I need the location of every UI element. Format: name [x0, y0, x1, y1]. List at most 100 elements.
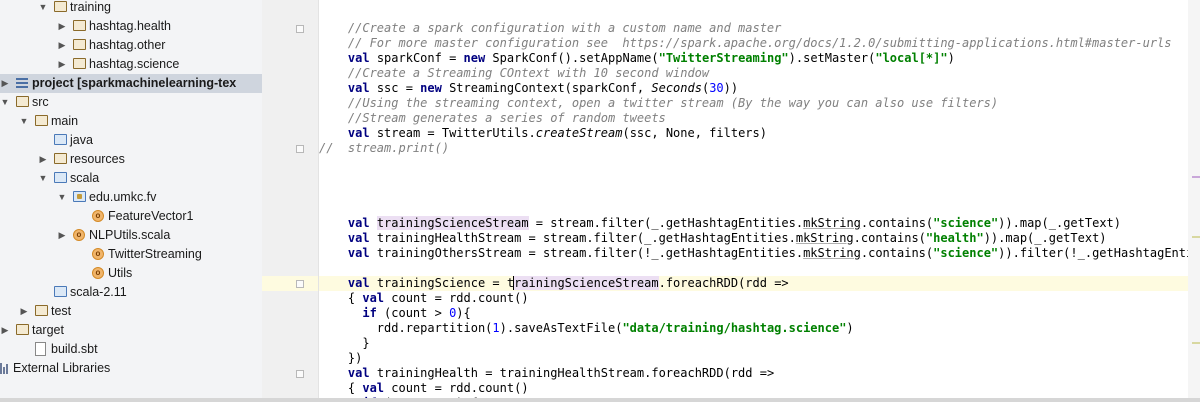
code-token: "health" — [925, 231, 984, 245]
code-token: ssc = — [369, 81, 421, 95]
fold-marker-icon[interactable] — [296, 145, 304, 153]
code-line[interactable]: if (count > 0){ — [319, 306, 1200, 321]
code-line[interactable]: val sparkConf = new SparkConf().setAppNa… — [319, 51, 1200, 66]
fold-marker-icon[interactable] — [296, 280, 304, 288]
chevron-down-icon[interactable]: ▼ — [57, 188, 67, 207]
chevron-right-icon[interactable]: ▶ — [57, 55, 67, 74]
code-line[interactable] — [319, 171, 1200, 186]
code-token: { — [319, 291, 363, 305]
scala-object-icon: o — [92, 267, 104, 279]
code-token: sparkConf = — [369, 51, 464, 65]
code-line[interactable]: val stream = TwitterUtils.createStream(s… — [319, 126, 1200, 141]
chevron-right-icon[interactable]: ▶ — [57, 17, 67, 36]
folder-icon — [35, 305, 48, 316]
tree-item-label: resources — [70, 152, 125, 166]
tree-item[interactable]: ▶ hashtag.health — [0, 17, 262, 36]
code-line[interactable]: val ssc = new StreamingContext(sparkConf… — [319, 81, 1200, 96]
tree-item[interactable]: java — [0, 131, 262, 150]
code-line[interactable]: // stream.print() — [319, 141, 1200, 156]
tree-item[interactable]: o TwitterStreaming — [0, 245, 262, 264]
folder-icon — [54, 153, 67, 164]
tree-item[interactable]: ▼ edu.umkc.fv — [0, 188, 262, 207]
tree-item[interactable]: o Utils — [0, 264, 262, 283]
code-token: = stream.filter(_.getHashtagEntities. — [528, 216, 804, 230]
tree-item-label: edu.umkc.fv — [89, 190, 157, 204]
code-line[interactable]: { val count = rdd.count() — [319, 291, 1200, 306]
code-line[interactable]: //Using the streaming context, open a tw… — [319, 96, 1200, 111]
code-line[interactable]: }) — [319, 351, 1200, 366]
chevron-right-icon[interactable]: ▶ — [57, 226, 67, 245]
code-token: new — [420, 81, 442, 95]
code-token: mkString — [803, 246, 861, 260]
tree-item[interactable]: scala-2.11 — [0, 283, 262, 302]
tree-item-label: scala-2.11 — [70, 285, 127, 299]
code-token: (count > — [376, 306, 450, 320]
code-line[interactable] — [319, 186, 1200, 201]
tree-item-label: External Libraries — [13, 361, 111, 375]
tree-item[interactable]: ▶ hashtag.other — [0, 36, 262, 55]
tree-item[interactable]: ▼ main — [0, 112, 262, 131]
tree-item[interactable]: ▶ hashtag.science — [0, 55, 262, 74]
fold-marker-icon[interactable] — [296, 25, 304, 33]
code-token: ) — [846, 321, 854, 335]
tree-item[interactable]: ▼ training — [0, 0, 262, 17]
tree-item[interactable]: ▶External Libraries — [0, 359, 262, 378]
chevron-right-icon[interactable]: ▶ — [0, 321, 10, 340]
tree-item[interactable]: build.sbt — [0, 340, 262, 359]
code-line[interactable] — [319, 201, 1200, 216]
code-editor[interactable]: //Create a spark configuration with a cu… — [319, 0, 1200, 400]
chevron-down-icon[interactable]: ▼ — [38, 169, 48, 188]
scroll-marker[interactable] — [1192, 236, 1200, 238]
tree-item[interactable]: o FeatureVector1 — [0, 207, 262, 226]
code-line[interactable] — [319, 156, 1200, 171]
tree-item[interactable]: ▼ scala — [0, 169, 262, 188]
code-token: "data/training/hashtag.science" — [622, 321, 847, 335]
code-line[interactable]: rdd.repartition(1).saveAsTextFile("data/… — [319, 321, 1200, 336]
code-token: ) — [947, 51, 955, 65]
code-line[interactable]: // For more master configuration see htt… — [319, 36, 1200, 51]
code-token: trainingOthersStream = stream.filter(!_.… — [369, 246, 804, 260]
tree-item[interactable]: ▶ o NLPUtils.scala — [0, 226, 262, 245]
tree-item-label: project [sparkmachinelearning-tex — [32, 76, 237, 90]
fold-marker-icon[interactable] — [296, 370, 304, 378]
code-line[interactable]: val trainingScienceStream = stream.filte… — [319, 216, 1200, 231]
code-line[interactable]: val trainingHealth = trainingHealthStrea… — [319, 366, 1200, 381]
tree-item[interactable]: ▶ test — [0, 302, 262, 321]
scroll-marker[interactable] — [1192, 342, 1200, 344]
tree-item-label: hashtag.science — [89, 57, 180, 71]
chevron-down-icon[interactable]: ▼ — [19, 112, 29, 131]
code-token: 1 — [492, 321, 500, 335]
project-icon — [16, 78, 28, 88]
code-token: val — [362, 381, 385, 395]
code-line[interactable]: } — [319, 336, 1200, 351]
tree-item[interactable]: ▶ project [sparkmachinelearning-tex — [0, 74, 262, 93]
editor-scrollbar[interactable] — [1188, 0, 1200, 400]
code-line[interactable]: //Create a Streaming COntext with 10 sec… — [319, 66, 1200, 81]
scala-object-icon: o — [92, 248, 104, 260]
tree-item-label: scala — [70, 171, 100, 185]
code-line[interactable]: val trainingOthersStream = stream.filter… — [319, 246, 1200, 261]
scroll-marker[interactable] — [1192, 176, 1200, 178]
tree-item[interactable]: ▼ src — [0, 93, 262, 112]
code-line[interactable]: val trainingHealthStream = stream.filter… — [319, 231, 1200, 246]
chevron-down-icon[interactable]: ▼ — [0, 93, 10, 112]
code-token: trainingHealthStream = stream.filter(_.g… — [369, 231, 796, 245]
code-line[interactable] — [319, 261, 1200, 276]
tree-item[interactable]: ▶ resources — [0, 150, 262, 169]
chevron-right-icon[interactable]: ▶ — [0, 74, 10, 93]
code-line[interactable]: //Stream generates a series of random tw… — [319, 111, 1200, 126]
code-line[interactable]: //Create a spark configuration with a cu… — [319, 21, 1200, 36]
chevron-down-icon[interactable]: ▼ — [38, 0, 48, 17]
tree-item[interactable]: ▶ target — [0, 321, 262, 340]
code-token: .contains( — [860, 216, 934, 230]
horizontal-scrollbar[interactable] — [0, 398, 1200, 402]
chevron-right-icon[interactable]: ▶ — [57, 36, 67, 55]
tree-item-label: FeatureVector1 — [108, 209, 194, 223]
chevron-right-icon[interactable]: ▶ — [19, 302, 29, 321]
code-token: trainingScienceStream — [376, 216, 529, 230]
chevron-right-icon[interactable]: ▶ — [38, 150, 48, 169]
code-line[interactable]: val trainingScience = trainingScienceStr… — [319, 276, 1200, 291]
code-token: val — [362, 291, 385, 305]
code-line[interactable]: { val count = rdd.count() — [319, 381, 1200, 396]
